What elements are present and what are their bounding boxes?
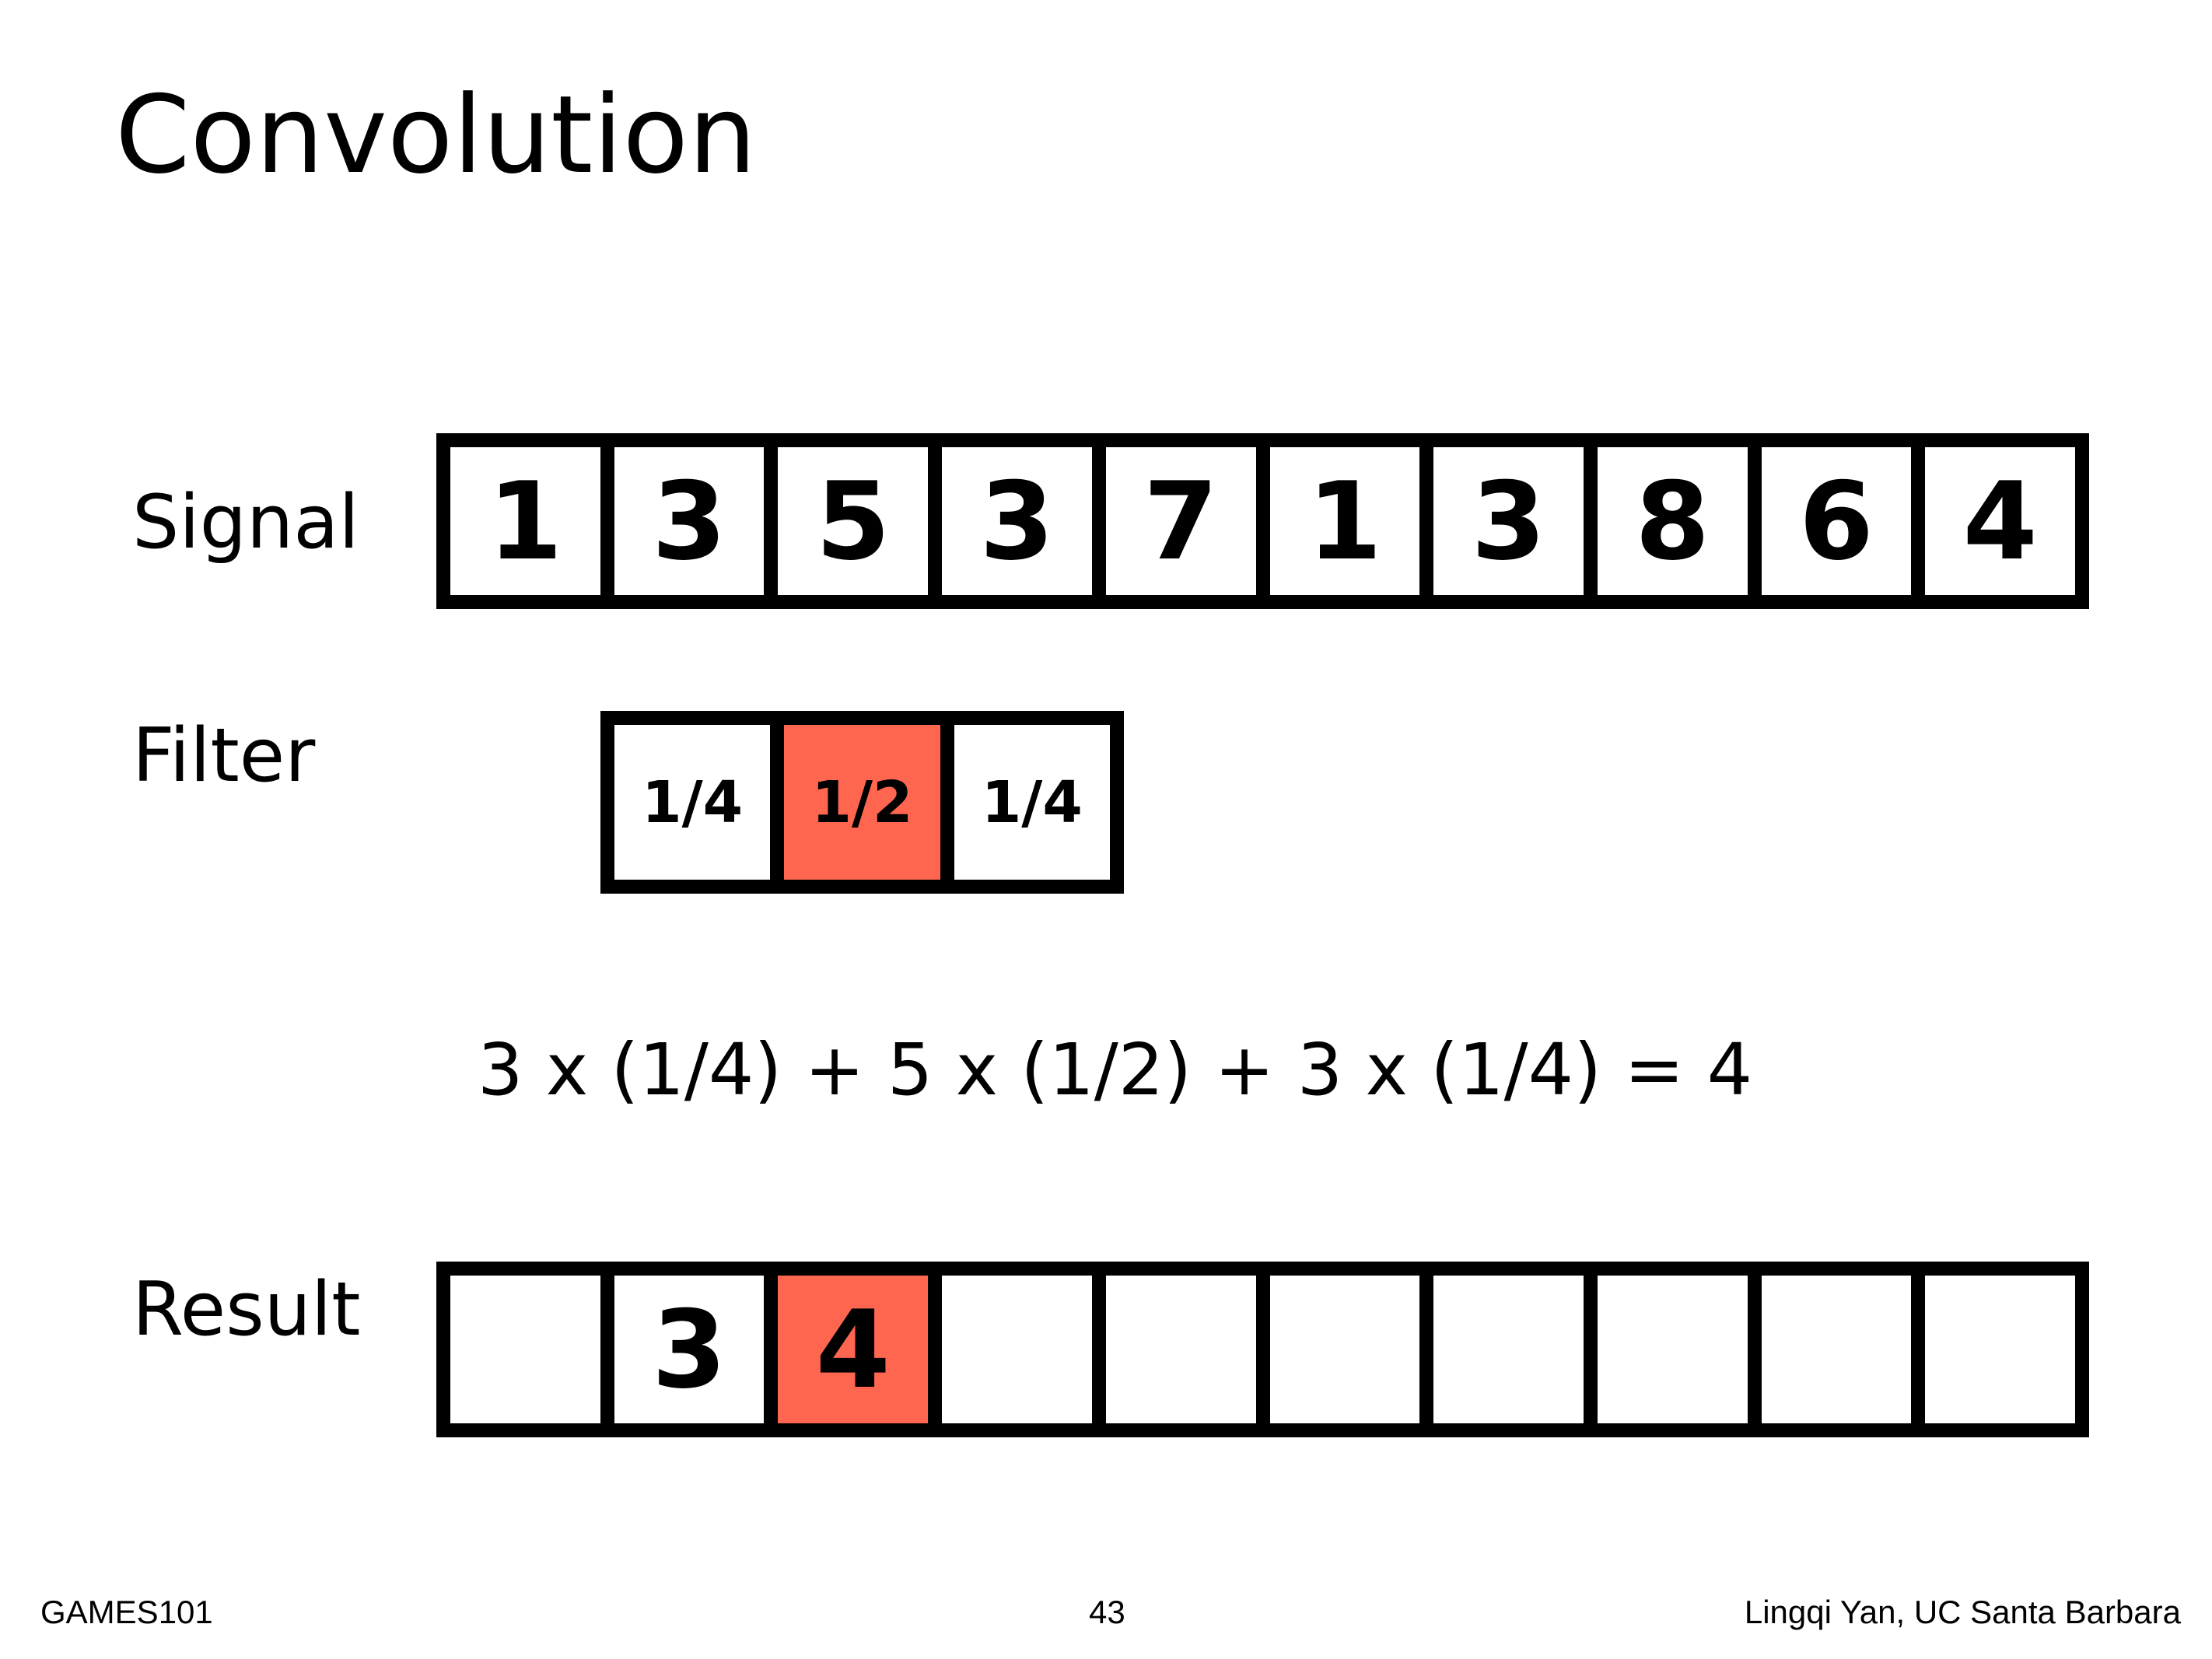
signal-cell: 5: [778, 447, 929, 595]
result-cell: [1597, 1276, 1748, 1423]
signal-cell: 1: [450, 447, 600, 595]
signal-cell: 1: [1269, 447, 1420, 595]
result-cell: [1925, 1276, 2076, 1423]
signal-cell: 8: [1597, 447, 1748, 595]
slide-title: Convolution: [115, 72, 757, 198]
filter-cell-highlighted: 1/2: [784, 725, 940, 880]
result-cell: [942, 1276, 1092, 1423]
result-array: 3 4: [436, 1262, 2089, 1437]
result-cell: [1433, 1276, 1584, 1423]
signal-label: Signal: [132, 480, 359, 565]
filter-cell: 1/4: [954, 725, 1110, 880]
result-cell: [1269, 1276, 1420, 1423]
footer-page-number: 43: [1089, 1594, 1125, 1630]
footer-course-name: GAMES101: [40, 1594, 213, 1630]
signal-cell: 7: [1105, 447, 1256, 595]
filter-label: Filter: [132, 713, 316, 799]
result-cell: [1105, 1276, 1256, 1423]
signal-cell: 3: [1433, 447, 1584, 595]
result-cell: [1761, 1276, 1912, 1423]
signal-cell: 4: [1925, 447, 2076, 595]
footer-author: Lingqi Yan, UC Santa Barbara: [1744, 1594, 2181, 1630]
signal-cell: 6: [1761, 447, 1912, 595]
signal-cell: 3: [942, 447, 1092, 595]
result-cell-highlighted: 4: [778, 1276, 929, 1423]
signal-cell: 3: [614, 447, 765, 595]
result-label: Result: [132, 1267, 361, 1353]
result-cell: [450, 1276, 600, 1423]
signal-array: 1 3 5 3 7 1 3 8 6 4: [436, 433, 2089, 609]
convolution-formula: 3 x (1/4) + 5 x (1/2) + 3 x (1/4) = 4: [478, 1028, 1753, 1111]
filter-array: 1/4 1/2 1/4: [600, 711, 1124, 894]
result-cell: 3: [614, 1276, 765, 1423]
filter-cell: 1/4: [614, 725, 771, 880]
